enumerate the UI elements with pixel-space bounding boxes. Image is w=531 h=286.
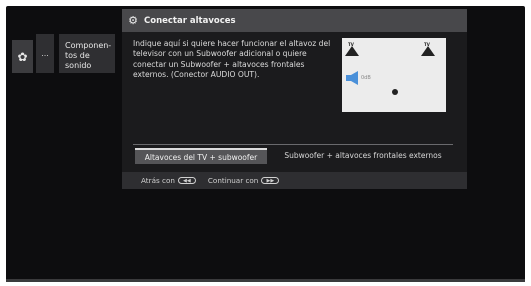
speaker-diagram: TV TV 0dB <box>342 38 446 112</box>
gears-icon: ⚙ <box>128 14 138 27</box>
settings-menu-tile[interactable]: ✿ <box>12 40 33 73</box>
options-divider <box>133 144 453 145</box>
listener-position-marker <box>392 89 398 95</box>
menu-label-line1: Componen- <box>65 41 112 50</box>
subwoofer-icon <box>346 71 358 85</box>
back-hint: Atrás con ◀◀ <box>141 176 196 185</box>
more-menu-tile[interactable]: ... <box>36 34 54 73</box>
dialog-header: ⚙ Conectar altavoces <box>122 9 467 32</box>
tv-screen: ✿ ... Componen- tos de sonido ⚙ Conectar… <box>6 6 525 282</box>
left-speaker-icon: TV <box>345 42 359 58</box>
more-label: ... <box>41 49 49 58</box>
menu-label-line2: tos de sonido <box>65 51 92 70</box>
fast-forward-button-icon[interactable]: ▶▶ <box>261 177 280 184</box>
option-subwoofer-external-front[interactable]: Subwoofer + altavoces frontales externos <box>274 148 452 164</box>
dialog-title: Conectar altavoces <box>144 15 236 26</box>
option-tv-speakers-subwoofer[interactable]: Altavoces del TV + subwoofer <box>135 148 267 164</box>
subwoofer-label: 0dB <box>361 75 371 81</box>
right-speaker-icon: TV <box>421 42 435 58</box>
back-label: Atrás con <box>141 176 175 185</box>
screen-bottom-edge <box>6 279 525 282</box>
dialog-footer: Atrás con ◀◀ Continuar con ▶▶ <box>122 172 467 189</box>
continue-hint: Continuar con ▶▶ <box>207 176 280 185</box>
rewind-button-icon[interactable]: ◀◀ <box>177 177 196 184</box>
dialog-description: Indique aquí si quiere hacer funcionar e… <box>133 39 331 80</box>
sound-components-menu-tile[interactable]: Componen- tos de sonido <box>59 34 115 73</box>
connect-speakers-dialog: ⚙ Conectar altavoces Indique aquí si qui… <box>122 9 467 189</box>
gear-icon: ✿ <box>17 49 28 64</box>
continue-label: Continuar con <box>207 176 259 185</box>
